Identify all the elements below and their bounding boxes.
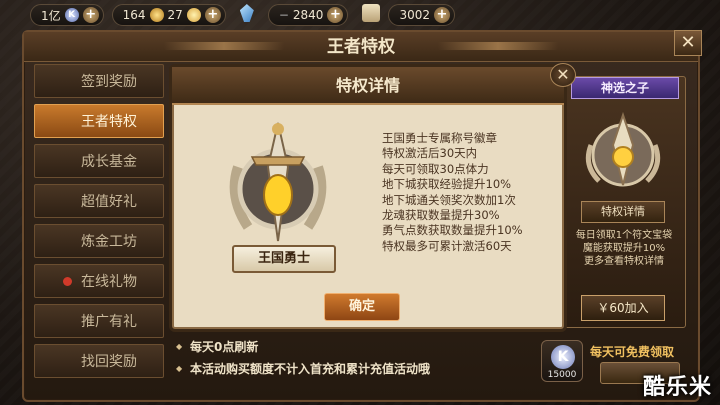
k-token: K 15000: [541, 340, 583, 382]
token-amount: 15000: [547, 370, 577, 380]
perk-item: 王国勇士专属称号徽章: [382, 131, 497, 145]
crystal-icon: [239, 4, 254, 22]
sidebar-item-growth-fund[interactable]: 成长基金: [34, 144, 164, 178]
sidebar: 签到奖励 王者特权 成长基金 超值好礼 炼金工坊 在线礼物 推广有礼 找回奖励: [34, 64, 164, 384]
sidebar-item-signin[interactable]: 签到奖励: [34, 64, 164, 98]
chosen-one-card: 神选之子 特权详情 每日领取1个符文宝袋 魔能获取提升10% 更多查看特权详情 …: [560, 76, 686, 328]
perk-item: 每天可领取30点体力: [382, 161, 489, 176]
perk-item: 特权激活后30天内: [382, 146, 478, 161]
gold-value: 164: [122, 8, 146, 22]
sidebar-item-label: 签到奖励: [81, 74, 137, 90]
sidebar-item-label: 找回奖励: [81, 354, 137, 370]
dialog-close-button[interactable]: ✕: [550, 63, 576, 87]
chosen-emblem-icon: [585, 111, 661, 187]
kingdom-warrior-badge-icon: [229, 122, 327, 242]
footer-notes: 每天0点刷新 本活动购买额度不计入首充和累计充值活动哦: [176, 336, 536, 380]
card-title: 神选之子: [571, 77, 679, 99]
footer-note: 每天0点刷新: [176, 336, 536, 358]
sidebar-item-recall[interactable]: 找回奖励: [34, 344, 164, 378]
sidebar-item-label: 炼金工坊: [81, 234, 137, 250]
perk-item: 地下城获取经验提升10%: [382, 177, 512, 192]
sidebar-item-label: 王者特权: [81, 114, 137, 130]
sidebar-item-online-gift[interactable]: 在线礼物: [34, 264, 164, 298]
join-60-button[interactable]: ￥60加入: [581, 295, 665, 321]
sidebar-item-label: 推广有礼: [81, 314, 137, 330]
scroll-icon: [362, 4, 381, 22]
perk-item: 勇气点数获取数量提升10%: [382, 223, 523, 238]
perk-item: 龙魂获取数量提升30%: [382, 208, 500, 223]
k-coin-icon: K: [551, 345, 575, 369]
currency-gold: 164 27 +: [111, 4, 226, 26]
badge-name-plate: 王国勇士: [232, 245, 336, 273]
card-detail-button[interactable]: 特权详情: [581, 201, 665, 223]
currency-scroll: 3002 +: [388, 4, 455, 26]
perk-list: 王国勇士专属称号徽章 特权激活后30天内 每天可领取30点体力 地下城获取经验提…: [382, 131, 562, 254]
currency-k-value: 1亿: [41, 8, 61, 23]
sidebar-item-alchemy[interactable]: 炼金工坊: [34, 224, 164, 258]
watermark: 酷乐米: [642, 375, 712, 400]
currency-k: 1亿 K +: [30, 4, 104, 26]
scroll-value: 3002: [399, 8, 430, 22]
perk-item: 特权最多可累计激活60天: [382, 238, 512, 253]
add-scroll-button[interactable]: +: [433, 7, 450, 23]
card-perk-line: 魔能获取提升10%: [582, 243, 666, 254]
sidebar-item-label: 成长基金: [81, 154, 137, 170]
currency-crystal: − 2840 +: [267, 4, 349, 26]
free-claim-text: 每天可免费领取: [590, 345, 675, 359]
card-perk-line: 每日领取1个符文宝袋: [575, 230, 673, 241]
crystal-value: 2840: [292, 8, 324, 22]
confirm-button[interactable]: 确定: [324, 293, 400, 321]
coupon-value: 27: [167, 8, 183, 22]
sidebar-item-value-gift[interactable]: 超值好礼: [34, 184, 164, 218]
sidebar-item-king-privilege[interactable]: 王者特权: [34, 104, 164, 138]
perk-item: 地下城通关领奖次数加1次: [382, 192, 516, 207]
footer-note: 本活动购买额度不计入首充和累计充值活动哦: [176, 358, 536, 380]
card-perks: 每日领取1个符文宝袋 魔能获取提升10% 更多查看特权详情: [565, 229, 683, 268]
panel-title: 王者特权: [24, 32, 698, 62]
dialog-title: 特权详情: [172, 67, 564, 105]
sidebar-item-label: 在线礼物: [81, 274, 137, 290]
add-gold-button[interactable]: +: [204, 7, 221, 23]
resource-bar: 1亿 K + 164 27 + − 2840 + 3002 +: [30, 4, 530, 28]
k-coin-icon: K: [64, 8, 79, 22]
add-currency-k-button[interactable]: +: [82, 7, 99, 23]
notification-dot-icon: [63, 277, 72, 286]
gold-coin-icon: [149, 8, 164, 22]
sidebar-item-label: 超值好礼: [81, 194, 137, 210]
panel-close-button[interactable]: ✕: [674, 30, 702, 56]
minus-icon: −: [278, 8, 289, 22]
sidebar-item-referral[interactable]: 推广有礼: [34, 304, 164, 338]
card-perk-line: 更多查看特权详情: [584, 256, 664, 267]
coupon-coin-icon: [186, 8, 201, 22]
add-crystal-button[interactable]: +: [327, 7, 344, 23]
privilege-detail-dialog: 特权详情 ✕ 王国勇士 王国勇士专属称号徽章 特权激活后30天内 每天可领取30…: [172, 63, 576, 329]
